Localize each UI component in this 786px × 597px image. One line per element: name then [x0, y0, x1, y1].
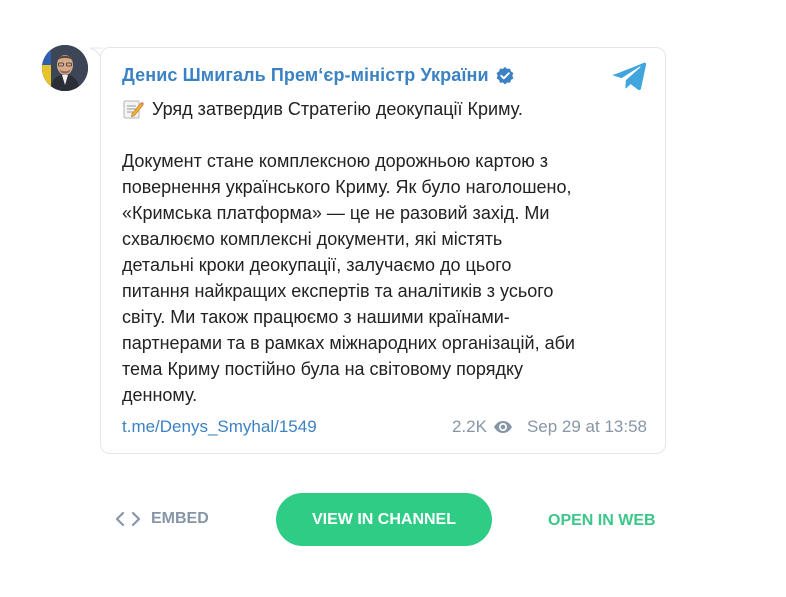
verified-icon [496, 66, 514, 84]
message-headline: Уряд затвердив Стратегію деокупації Крим… [152, 99, 523, 119]
post-meta: 2.2K Sep 29 at 13:58 [452, 417, 647, 437]
telegram-logo-icon[interactable] [613, 61, 647, 91]
embed-label: EMBED [151, 510, 209, 527]
memo-icon [123, 100, 144, 119]
message-body: Документ стане комплексною дорожньою кар… [122, 151, 575, 405]
code-brackets-icon [115, 511, 141, 527]
view-in-channel-button[interactable]: VIEW IN CHANNEL [276, 493, 492, 546]
view-count: 2.2K [451, 417, 487, 436]
open-in-web-label: OPEN IN WEB [548, 512, 656, 529]
action-bar: EMBED VIEW IN CHANNEL OPEN IN WEB [0, 493, 786, 547]
view-in-channel-label: VIEW IN CHANNEL [312, 510, 456, 528]
embed-button[interactable]: EMBED [115, 510, 209, 528]
channel-author[interactable]: Денис Шмигаль Прем‘єр-міністр України [122, 65, 489, 86]
message-text: Уряд затвердив Стратегію деокупації Крим… [122, 96, 652, 408]
open-in-web-button[interactable]: OPEN IN WEB [548, 512, 656, 530]
avatar[interactable] [42, 45, 88, 91]
eye-icon [493, 421, 512, 433]
post-link[interactable]: t.me/Denys_Smyhal/1549 [122, 417, 317, 437]
message-footer: t.me/Denys_Smyhal/1549 2.2K Sep 29 at 13… [122, 417, 647, 439]
message-bubble: Денис Шмигаль Прем‘єр-міністр України Ур… [100, 47, 666, 454]
post-date: Sep 29 at 13:58 [526, 417, 647, 436]
message-header: Денис Шмигаль Прем‘єр-міністр України [122, 65, 515, 86]
